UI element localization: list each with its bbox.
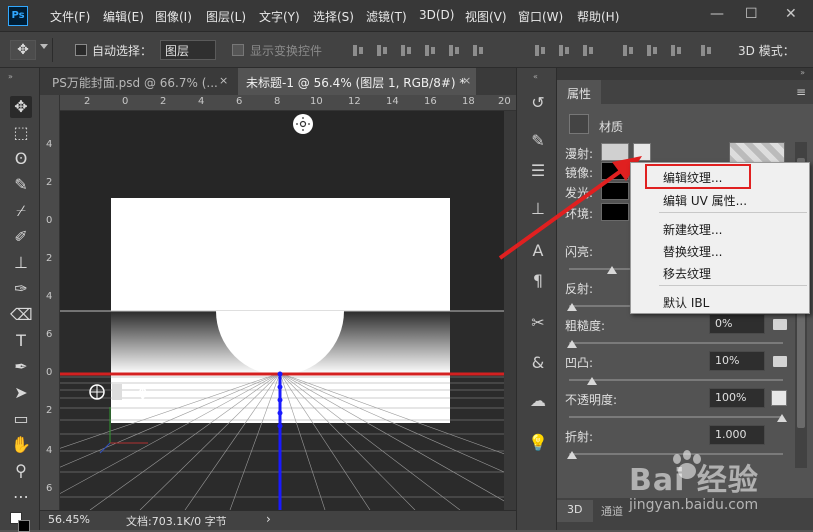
menu-item-replace-texture[interactable]: 替换纹理... [663,243,722,260]
menu-item-default-ibl[interactable]: 默认 IBL [663,294,709,311]
baidu-watermark: Bai 经验 jingyan.baidu.com [625,445,810,525]
annotation-arrow-line [498,166,627,260]
menu-separator [659,212,807,213]
menu-item-remove-texture[interactable]: 移去纹理 [663,265,711,282]
menu-item-new-texture[interactable]: 新建纹理... [663,221,722,238]
annotation-highlight-box [645,164,751,189]
watermark-brand: Bai 经验 [629,463,759,498]
menu-separator [659,285,807,286]
watermark-url: jingyan.baidu.com [629,497,759,513]
menu-item-edit-uv[interactable]: 编辑 UV 属性... [663,192,747,209]
